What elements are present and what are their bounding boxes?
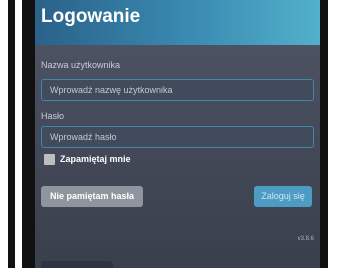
version-label: v3.8.6 bbox=[297, 236, 314, 242]
remember-me-checkbox[interactable] bbox=[44, 154, 55, 165]
page-title: Logowanie bbox=[41, 6, 141, 27]
forgot-password-button[interactable]: Nie pamiętam hasła bbox=[41, 186, 143, 207]
remember-me-label: Zapamiętaj mnie bbox=[60, 154, 131, 164]
left-frame-bar bbox=[8, 0, 15, 268]
login-button[interactable]: Zaloguj się bbox=[254, 186, 312, 207]
bottom-partial-button[interactable] bbox=[41, 261, 113, 268]
username-label: Nazwa użytkownika bbox=[41, 60, 121, 70]
username-input[interactable] bbox=[41, 79, 314, 101]
password-input[interactable] bbox=[41, 126, 314, 148]
password-label: Hasło bbox=[41, 111, 65, 121]
login-panel: Logowanie Nazwa użytkownika Hasło Zapami… bbox=[35, 0, 320, 268]
login-header: Logowanie bbox=[35, 0, 320, 45]
